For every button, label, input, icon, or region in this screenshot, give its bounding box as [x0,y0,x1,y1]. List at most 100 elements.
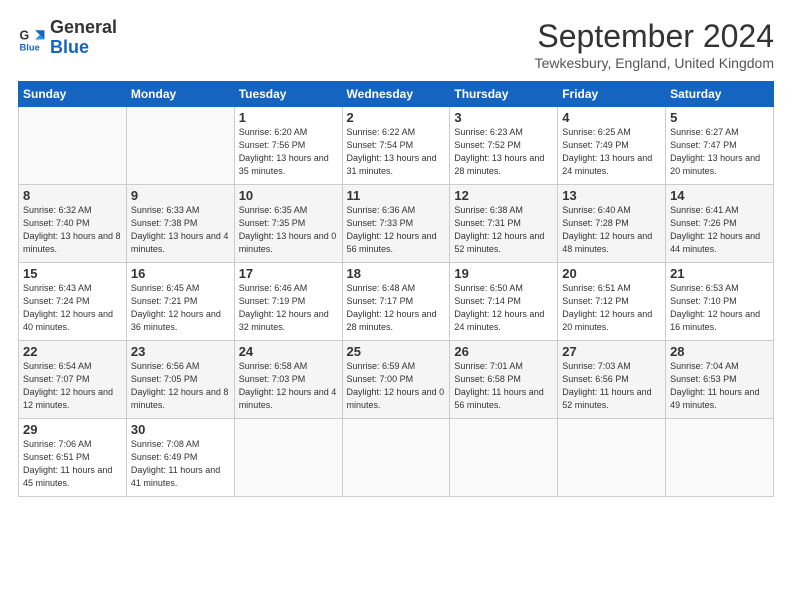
sunset-label: Sunset: 7:03 PM [239,374,306,384]
table-row [666,419,774,497]
sunset-label: Sunset: 7:52 PM [454,140,521,150]
table-row: 27 Sunrise: 7:03 AM Sunset: 6:56 PM Dayl… [558,341,666,419]
daylight-label: Daylight: 13 hours and 24 minutes. [562,153,652,176]
daylight-label: Daylight: 12 hours and 24 minutes. [454,309,544,332]
sunrise-label: Sunrise: 6:54 AM [23,361,92,371]
sunset-label: Sunset: 7:54 PM [347,140,414,150]
daylight-label: Daylight: 11 hours and 41 minutes. [131,465,220,488]
table-row: 23 Sunrise: 6:56 AM Sunset: 7:05 PM Dayl… [126,341,234,419]
sunrise-label: Sunrise: 6:46 AM [239,283,308,293]
logo-general-text: General [50,17,117,37]
sunset-label: Sunset: 7:10 PM [670,296,737,306]
sunrise-label: Sunrise: 6:20 AM [239,127,308,137]
calendar-week-row: 29 Sunrise: 7:06 AM Sunset: 6:51 PM Dayl… [19,419,774,497]
daylight-label: Daylight: 13 hours and 4 minutes. [131,231,229,254]
daylight-label: Daylight: 12 hours and 28 minutes. [347,309,437,332]
day-number: 17 [239,266,338,281]
sunrise-label: Sunrise: 6:51 AM [562,283,631,293]
logo-icon: G Blue [18,24,46,52]
table-row: 18 Sunrise: 6:48 AM Sunset: 7:17 PM Dayl… [342,263,450,341]
table-row: 15 Sunrise: 6:43 AM Sunset: 7:24 PM Dayl… [19,263,127,341]
calendar-week-row: 22 Sunrise: 6:54 AM Sunset: 7:07 PM Dayl… [19,341,774,419]
daylight-label: Daylight: 12 hours and 4 minutes. [239,387,337,410]
sunset-label: Sunset: 7:24 PM [23,296,90,306]
table-row [342,419,450,497]
sunset-label: Sunset: 7:17 PM [347,296,414,306]
calendar-table: Sunday Monday Tuesday Wednesday Thursday… [18,81,774,497]
sunset-label: Sunset: 7:49 PM [562,140,629,150]
daylight-label: Daylight: 12 hours and 48 minutes. [562,231,652,254]
calendar-week-row: 15 Sunrise: 6:43 AM Sunset: 7:24 PM Dayl… [19,263,774,341]
daylight-label: Daylight: 13 hours and 20 minutes. [670,153,760,176]
daylight-label: Daylight: 12 hours and 44 minutes. [670,231,760,254]
location: Tewkesbury, England, United Kingdom [535,55,774,71]
table-row: 22 Sunrise: 6:54 AM Sunset: 7:07 PM Dayl… [19,341,127,419]
day-number: 29 [23,422,122,437]
sunrise-label: Sunrise: 6:25 AM [562,127,631,137]
sunrise-label: Sunrise: 6:48 AM [347,283,416,293]
th-monday: Monday [126,82,234,107]
daylight-label: Daylight: 12 hours and 36 minutes. [131,309,221,332]
daylight-label: Daylight: 12 hours and 0 minutes. [347,387,445,410]
svg-text:Blue: Blue [20,42,40,52]
day-number: 21 [670,266,769,281]
table-row: 10 Sunrise: 6:35 AM Sunset: 7:35 PM Dayl… [234,185,342,263]
sunrise-label: Sunrise: 6:27 AM [670,127,739,137]
table-row: 29 Sunrise: 7:06 AM Sunset: 6:51 PM Dayl… [19,419,127,497]
th-friday: Friday [558,82,666,107]
sunrise-label: Sunrise: 7:08 AM [131,439,200,449]
sunset-label: Sunset: 7:35 PM [239,218,306,228]
sunrise-label: Sunrise: 6:40 AM [562,205,631,215]
sunset-label: Sunset: 7:05 PM [131,374,198,384]
title-area: September 2024 Tewkesbury, England, Unit… [535,18,774,71]
calendar-week-row: 8 Sunrise: 6:32 AM Sunset: 7:40 PM Dayli… [19,185,774,263]
th-tuesday: Tuesday [234,82,342,107]
sunrise-label: Sunrise: 6:38 AM [454,205,523,215]
table-row: 30 Sunrise: 7:08 AM Sunset: 6:49 PM Dayl… [126,419,234,497]
daylight-label: Daylight: 11 hours and 45 minutes. [23,465,112,488]
sunrise-label: Sunrise: 7:03 AM [562,361,631,371]
sunrise-label: Sunrise: 6:53 AM [670,283,739,293]
sunrise-label: Sunrise: 6:45 AM [131,283,200,293]
table-row [234,419,342,497]
table-row: 20 Sunrise: 6:51 AM Sunset: 7:12 PM Dayl… [558,263,666,341]
sunset-label: Sunset: 7:31 PM [454,218,521,228]
daylight-label: Daylight: 12 hours and 12 minutes. [23,387,113,410]
sunset-label: Sunset: 6:49 PM [131,452,198,462]
day-number: 15 [23,266,122,281]
sunset-label: Sunset: 7:56 PM [239,140,306,150]
sunset-label: Sunset: 7:40 PM [23,218,90,228]
sunrise-label: Sunrise: 6:50 AM [454,283,523,293]
day-number: 18 [347,266,446,281]
day-number: 11 [347,188,446,203]
day-number: 1 [239,110,338,125]
day-number: 12 [454,188,553,203]
sunset-label: Sunset: 6:58 PM [454,374,521,384]
day-number: 14 [670,188,769,203]
day-number: 8 [23,188,122,203]
sunrise-label: Sunrise: 6:41 AM [670,205,739,215]
sunrise-label: Sunrise: 6:23 AM [454,127,523,137]
table-row: 16 Sunrise: 6:45 AM Sunset: 7:21 PM Dayl… [126,263,234,341]
day-number: 27 [562,344,661,359]
day-number: 16 [131,266,230,281]
daylight-label: Daylight: 11 hours and 52 minutes. [562,387,651,410]
table-row: 13 Sunrise: 6:40 AM Sunset: 7:28 PM Dayl… [558,185,666,263]
logo-blue-text: Blue [50,37,89,57]
sunset-label: Sunset: 7:07 PM [23,374,90,384]
table-row [126,107,234,185]
th-sunday: Sunday [19,82,127,107]
table-row [450,419,558,497]
sunrise-label: Sunrise: 6:58 AM [239,361,308,371]
sunset-label: Sunset: 7:14 PM [454,296,521,306]
sunrise-label: Sunrise: 7:06 AM [23,439,92,449]
day-number: 23 [131,344,230,359]
table-row: 17 Sunrise: 6:46 AM Sunset: 7:19 PM Dayl… [234,263,342,341]
day-number: 9 [131,188,230,203]
logo: G Blue General Blue [18,18,117,58]
daylight-label: Daylight: 12 hours and 40 minutes. [23,309,113,332]
table-row: 19 Sunrise: 6:50 AM Sunset: 7:14 PM Dayl… [450,263,558,341]
sunrise-label: Sunrise: 7:04 AM [670,361,739,371]
table-row: 14 Sunrise: 6:41 AM Sunset: 7:26 PM Dayl… [666,185,774,263]
sunset-label: Sunset: 7:21 PM [131,296,198,306]
